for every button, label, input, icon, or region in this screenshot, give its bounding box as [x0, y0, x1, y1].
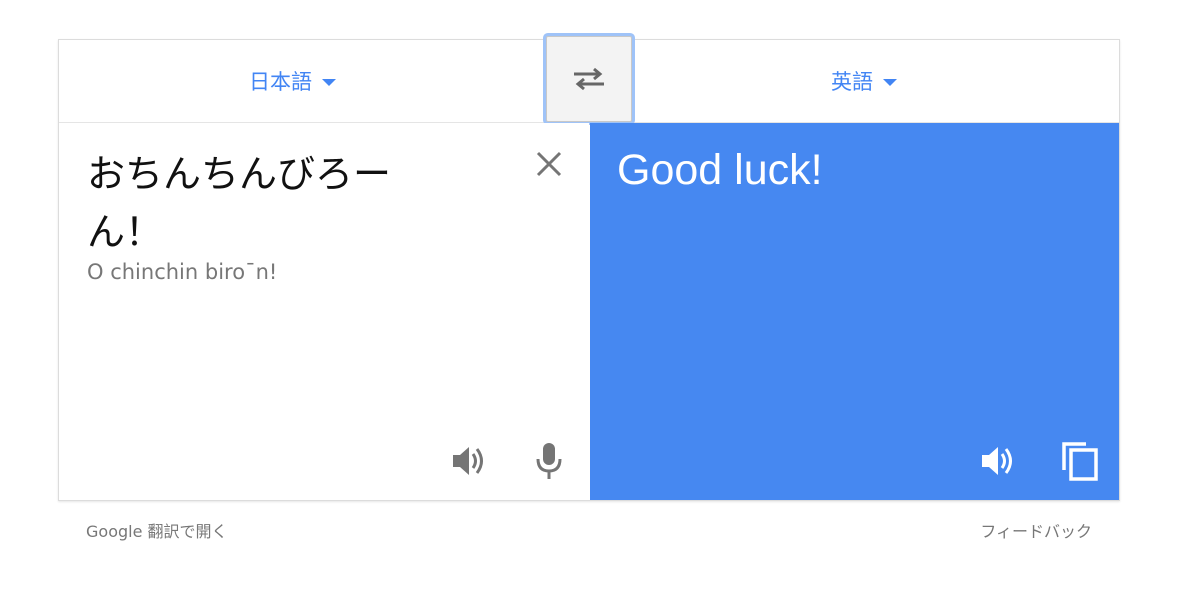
translate-widget: 日本語 英語 おちんちんびろーん！ O chinchin biro¯n! Goo…: [58, 36, 1120, 501]
chevron-down-icon: [883, 79, 897, 86]
copy-button[interactable]: [1060, 440, 1100, 482]
target-pane: Good luck!: [590, 123, 1119, 500]
source-language-select[interactable]: 日本語: [249, 66, 336, 96]
feedback-link[interactable]: フィードバック: [980, 518, 1092, 542]
clear-button[interactable]: [533, 148, 565, 180]
speaker-icon: [453, 447, 483, 475]
close-icon: [536, 151, 562, 177]
microphone-button[interactable]: [535, 441, 563, 481]
speaker-icon: [982, 447, 1012, 475]
target-language-label: 英語: [831, 70, 873, 94]
source-text-input[interactable]: おちんちんびろーん！: [87, 145, 447, 261]
swap-languages-button[interactable]: [546, 36, 632, 122]
open-in-google-translate-link[interactable]: Google 翻訳で開く: [86, 518, 228, 542]
swap-arrows-icon: [574, 67, 604, 91]
target-language-select[interactable]: 英語: [831, 66, 897, 96]
copy-icon: [1062, 442, 1098, 481]
source-pane[interactable]: おちんちんびろーん！ O chinchin biro¯n!: [59, 123, 589, 500]
source-language-label: 日本語: [249, 70, 312, 94]
language-bar: 日本語 英語: [59, 36, 1119, 123]
source-listen-button[interactable]: [451, 443, 487, 479]
translation-output: Good luck!: [617, 146, 823, 194]
chevron-down-icon: [322, 79, 336, 86]
microphone-icon: [536, 443, 562, 479]
source-romanization: O chinchin biro¯n!: [87, 260, 278, 284]
target-listen-button[interactable]: [980, 443, 1016, 479]
